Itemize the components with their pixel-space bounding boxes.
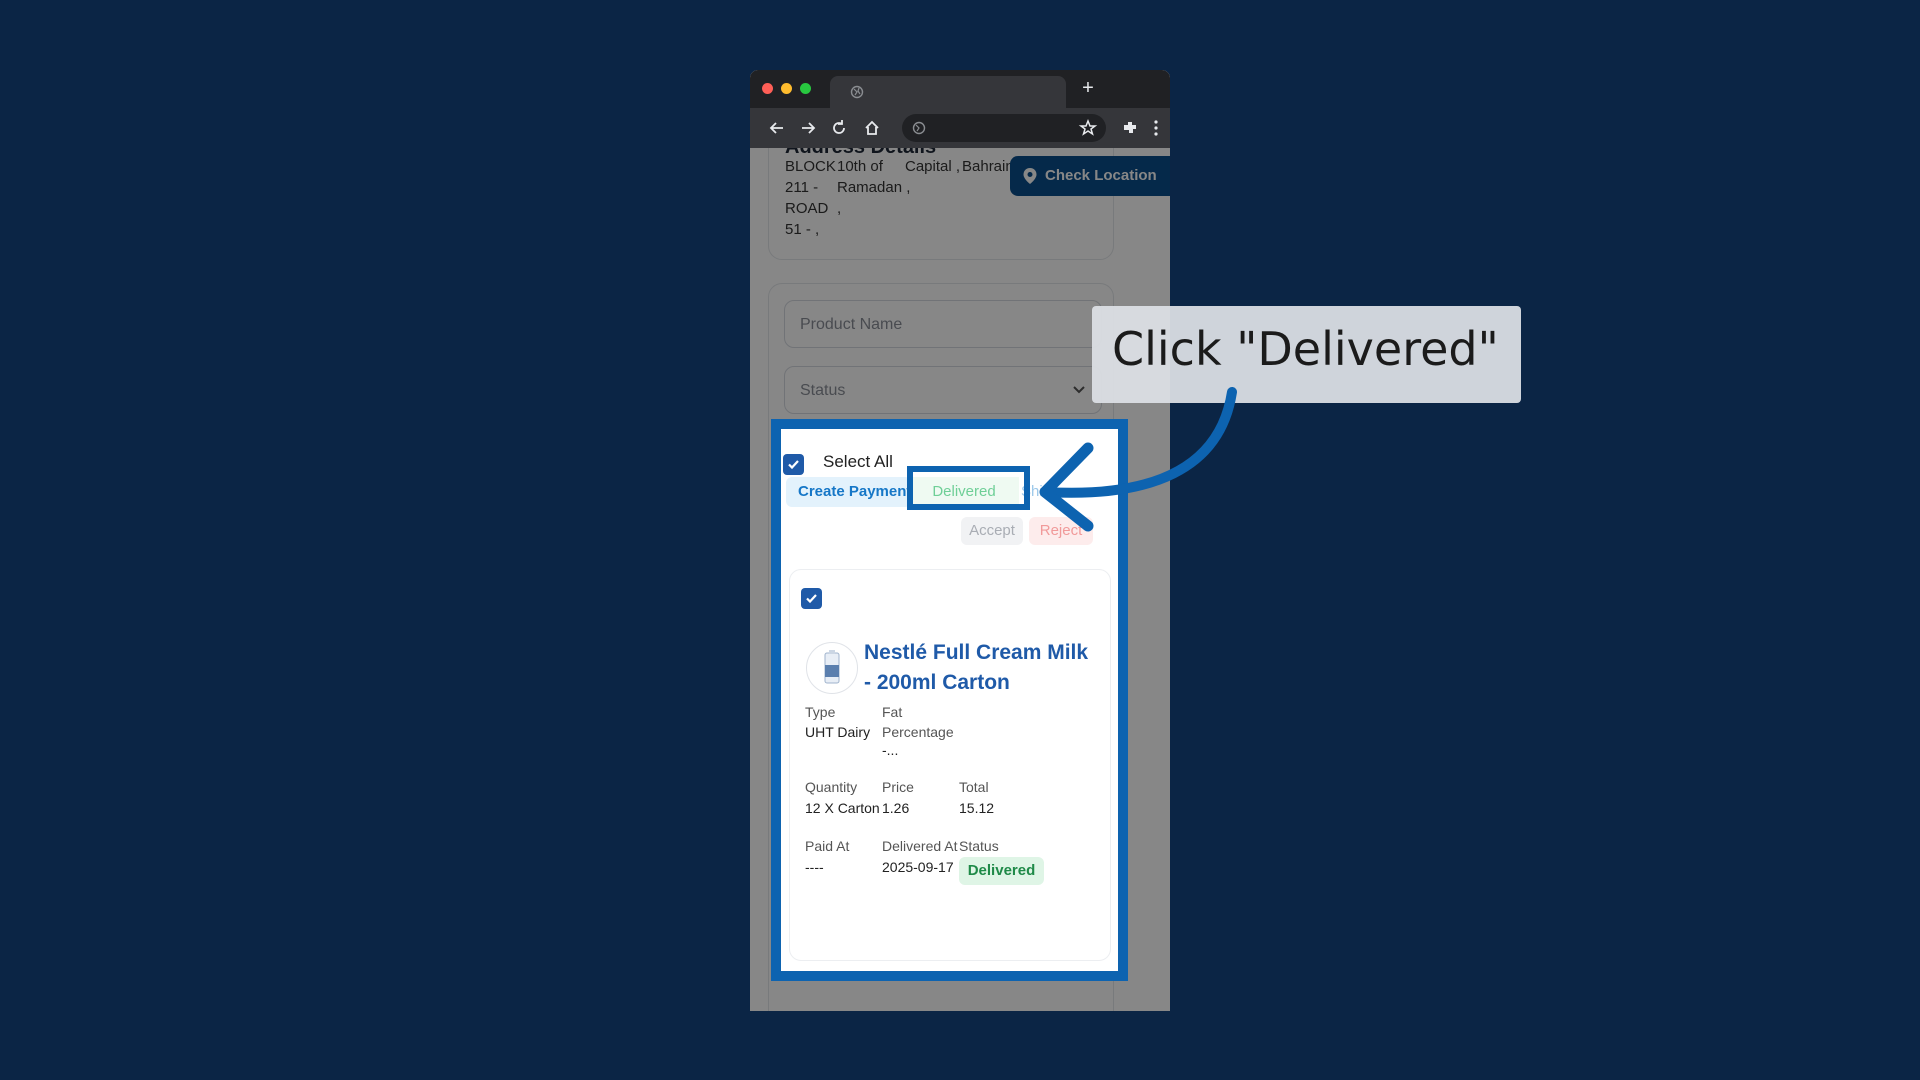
pointer-arrow-icon: [1039, 387, 1237, 532]
